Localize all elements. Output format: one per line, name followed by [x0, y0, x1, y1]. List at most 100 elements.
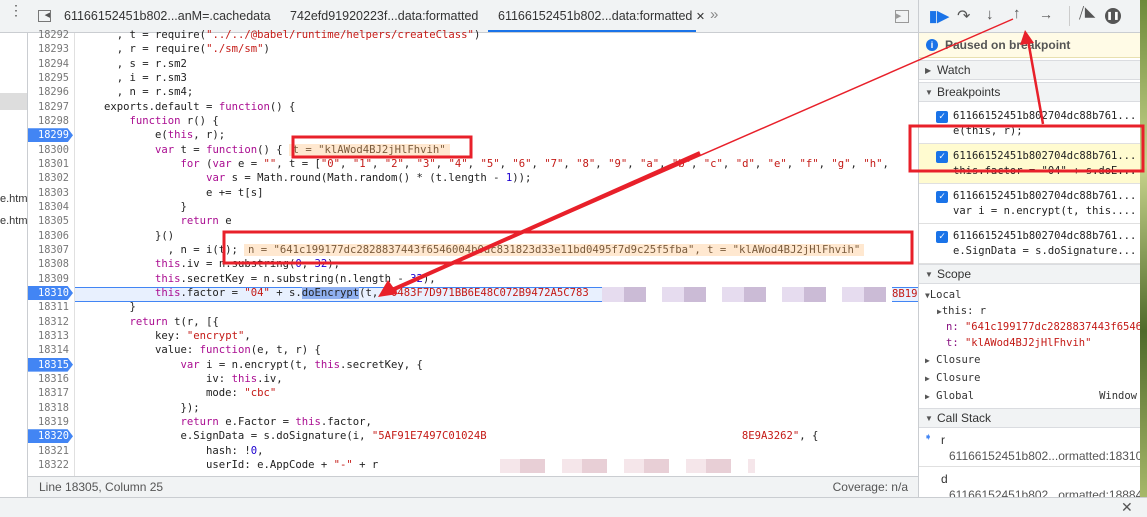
line-number[interactable]: 18313: [28, 329, 73, 343]
frame-location: 61166152451b802...ormatted:18310: [949, 449, 1140, 463]
breakpoint-item[interactable]: ✓ 61166152451b802704dc88b761... this.facto…: [919, 144, 1140, 184]
line-number[interactable]: 18312: [28, 315, 73, 329]
code-token: "0": [320, 157, 341, 170]
line-number[interactable]: 18305: [28, 214, 73, 228]
line-number[interactable]: 18301: [28, 157, 73, 171]
code-token: "2": [384, 157, 404, 170]
toggle-navigator-icon[interactable]: ◀: [38, 10, 51, 22]
redacted-region: [602, 287, 892, 302]
breakpoint-code: e(this, r);: [953, 125, 1023, 137]
line-number[interactable]: 18307: [28, 243, 73, 257]
step-over-icon[interactable]: ↷: [957, 6, 970, 26]
breakpoint-line-number[interactable]: 18299: [28, 128, 73, 143]
line-number[interactable]: 18319: [28, 415, 73, 429]
line-number[interactable]: 18317: [28, 386, 73, 400]
callstack-frame[interactable]: d 61166152451b802...ormatted:18884: [919, 467, 1140, 497]
line-number[interactable]: 18302: [28, 171, 73, 185]
line-number[interactable]: 18321: [28, 444, 73, 458]
code-token: var: [206, 172, 226, 185]
code-token: "h": [863, 157, 883, 170]
scope-var-this[interactable]: ▶this: r: [937, 305, 986, 317]
code-line: });: [104, 401, 200, 415]
line-number[interactable]: 18306: [28, 229, 73, 243]
scope-closure[interactable]: ▶ Closure: [925, 372, 980, 384]
line-number[interactable]: 18316: [28, 372, 73, 386]
code-line: }(): [104, 229, 174, 243]
callstack-frame[interactable]: ➧ r 61166152451b802...ormatted:18310: [919, 429, 1140, 467]
watch-section-header[interactable]: ▶ Watch: [919, 60, 1140, 80]
code-token: key:: [104, 329, 187, 342]
code-line: var i = n.encrypt(t, this.secretKey, {: [104, 358, 423, 372]
checkbox-checked-icon[interactable]: ✓: [936, 151, 948, 163]
step-icon[interactable]: →: [1039, 6, 1053, 22]
toggle-debugger-icon[interactable]: ▶: [895, 10, 909, 23]
navigator-selected-item[interactable]: [0, 93, 27, 110]
tab-61166-formatted[interactable]: 61166152451b802...data:formatted ✕: [488, 0, 705, 32]
line-number[interactable]: 18308: [28, 257, 73, 271]
close-tab-icon[interactable]: ✕: [696, 11, 705, 23]
scope-var-t[interactable]: t: "klAWod4BJ2jHlFhvih": [946, 337, 1091, 349]
code-token: , r = require(: [104, 43, 207, 56]
breakpoint-item[interactable]: ✓ 61166152451b802704dc88b761... var i = n.…: [919, 184, 1140, 224]
code-token: (t,: [359, 286, 385, 299]
checkbox-checked-icon[interactable]: ✓: [936, 231, 948, 243]
code-token: "3": [416, 157, 436, 170]
pause-on-exceptions-icon[interactable]: ❚❚: [1105, 8, 1121, 24]
line-number[interactable]: 18314: [28, 343, 73, 357]
scope-local[interactable]: ▼Local: [925, 289, 961, 301]
breakpoint-item[interactable]: ✓ 61166152451b802704dc88b761... e.SignData…: [919, 224, 1140, 264]
checkbox-checked-icon[interactable]: ✓: [936, 191, 948, 203]
scope-label: Local: [929, 289, 962, 301]
breakpoint-line-number[interactable]: 18320: [28, 429, 73, 444]
resume-icon[interactable]: ▮▶: [929, 7, 949, 25]
line-number[interactable]: 18294: [28, 57, 73, 71]
line-number[interactable]: 18297: [28, 100, 73, 114]
collapse-icon: ▼: [925, 270, 933, 279]
line-number[interactable]: 18295: [28, 71, 73, 85]
line-number[interactable]: 18322: [28, 458, 73, 472]
scope-global[interactable]: ▶ Global Window: [925, 390, 1137, 402]
line-number[interactable]: 18296: [28, 85, 73, 99]
more-tabs-icon[interactable]: »: [710, 6, 718, 23]
breakpoint-file: 61166152451b802704dc88b761...: [953, 150, 1137, 162]
scope-closure[interactable]: ▶ Closure: [925, 354, 980, 366]
breakpoint-item[interactable]: ✓ 61166152451b802704dc88b761... e(this, r)…: [919, 104, 1140, 144]
code-token: var: [155, 143, 175, 156]
coverage-status[interactable]: Coverage: n/a: [833, 477, 908, 497]
breakpoint-line-number[interactable]: 18310: [28, 285, 73, 300]
scope-var-n[interactable]: n: "641c199177dc2828837443f6546004b0dc83…: [946, 321, 1140, 333]
line-number[interactable]: 18309: [28, 272, 73, 286]
frame-function: r: [941, 433, 945, 447]
step-into-icon[interactable]: ↓: [986, 6, 994, 23]
code-token: "9": [608, 157, 628, 170]
line-number[interactable]: 18298: [28, 114, 73, 128]
code-token: ),: [327, 258, 341, 271]
line-number[interactable]: 18318: [28, 401, 73, 415]
scope-section-header[interactable]: ▼ Scope: [919, 264, 1140, 284]
code-token: ): [263, 43, 270, 56]
checkbox-checked-icon[interactable]: ✓: [936, 111, 948, 123]
navigator-item[interactable]: e.htm: [0, 193, 27, 205]
code-token: ,: [786, 157, 800, 170]
line-number[interactable]: 18300: [28, 143, 73, 157]
breakpoints-section-header[interactable]: ▼ Breakpoints: [919, 82, 1140, 102]
line-number[interactable]: 18292: [28, 28, 73, 42]
line-number[interactable]: 18303: [28, 186, 73, 200]
callstack-section-header[interactable]: ▼ Call Stack: [919, 408, 1140, 428]
code-token: this: [155, 286, 181, 299]
breakpoint-line-number[interactable]: 18315: [28, 357, 73, 372]
line-number[interactable]: 18304: [28, 200, 73, 214]
line-number[interactable]: 18311: [28, 300, 73, 314]
more-options-icon[interactable]: ⋮: [9, 3, 23, 17]
navigator-item[interactable]: e.htm: [0, 215, 27, 227]
code-token: "g": [831, 157, 851, 170]
step-out-icon[interactable]: ↑: [1013, 5, 1021, 22]
close-icon[interactable]: ✕: [1121, 499, 1133, 516]
deactivate-breakpoints-icon[interactable]: ⧸◣: [1079, 5, 1096, 22]
line-number[interactable]: 18293: [28, 42, 73, 56]
